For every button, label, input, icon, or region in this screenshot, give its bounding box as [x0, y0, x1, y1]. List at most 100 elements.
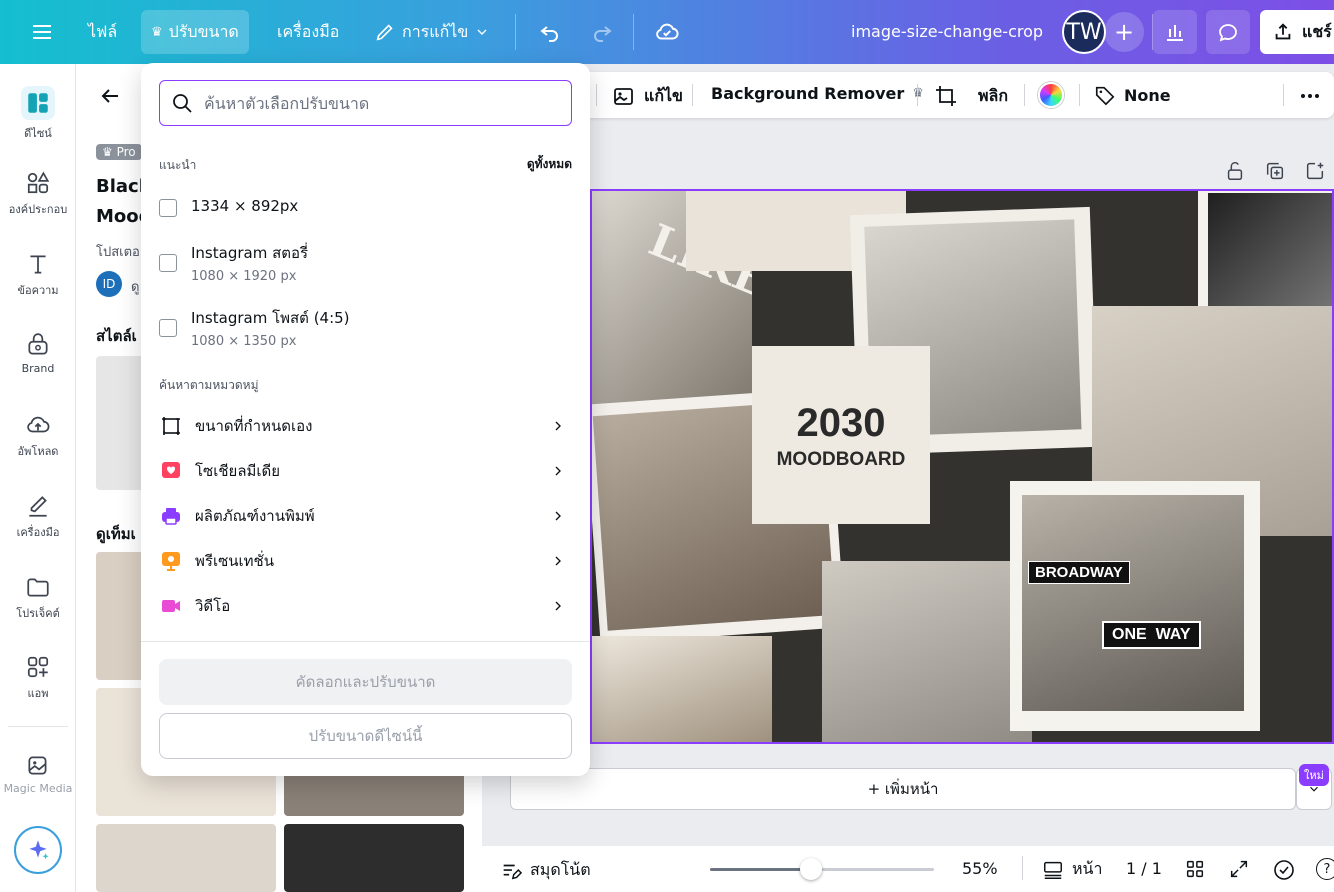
see-all-link[interactable]: ดูทั้งหมด — [527, 155, 572, 174]
notes-button[interactable]: สมุดโน้ต — [500, 858, 591, 883]
design-icon — [21, 86, 55, 120]
template-subtitle: โปสเตอ — [96, 245, 140, 260]
template-thumbnail[interactable] — [284, 824, 464, 892]
menu-icon[interactable] — [20, 10, 64, 54]
lock-icon[interactable] — [1224, 160, 1246, 186]
draw-icon — [29, 496, 47, 517]
more-options-button[interactable] — [1298, 84, 1322, 108]
crop-button[interactable] — [934, 84, 958, 108]
rail-item-tools[interactable]: เครื่องมือ — [0, 493, 76, 541]
checkbox[interactable] — [159, 319, 177, 337]
author-prefix: ดู — [131, 280, 140, 295]
copy-and-resize-button[interactable]: คัดลอกและปรับขนาด — [159, 659, 572, 705]
option-dimensions: 1080 × 1350 px — [191, 334, 297, 349]
color-picker-button[interactable] — [1038, 82, 1064, 108]
checkbox[interactable] — [159, 199, 177, 217]
resize-dropdown: แนะนำ ดูทั้งหมด 1334 × 892px Instagram ส… — [141, 63, 590, 776]
option-name: Instagram สตอรี่ — [191, 244, 309, 262]
check-circle-icon[interactable] — [1272, 858, 1296, 886]
category-label: โซเชียลมีเดีย — [195, 462, 281, 480]
rail-item-projects[interactable]: โปรเจ็คต์ — [0, 574, 76, 622]
upload-icon — [27, 416, 50, 433]
size-option-instagram-post[interactable]: Instagram โพสต์ (4:5) 1080 × 1350 px — [159, 306, 572, 349]
divider — [1283, 84, 1284, 106]
rail-item-upload[interactable]: อัพโหลด — [0, 412, 76, 460]
apps-icon — [27, 656, 49, 678]
resize-label: ปรับขนาด — [168, 21, 239, 41]
cloud-check-icon — [656, 23, 679, 40]
zoom-value[interactable]: 55% — [962, 859, 998, 878]
category-print-products[interactable]: ผลิตภัณฑ์งานพิมพ์ — [159, 496, 572, 536]
divider — [8, 726, 68, 727]
rail-item-apps[interactable]: แอพ — [0, 654, 76, 702]
zoom-slider-handle[interactable] — [800, 858, 822, 880]
one-way-sign-text: ONE WAY — [1102, 621, 1201, 649]
chevron-right-icon — [555, 466, 561, 476]
rail-item-text[interactable]: ข้อความ — [0, 251, 76, 299]
edit-image-button[interactable]: แก้ไข — [612, 84, 683, 109]
title-card: 2030 MOODBOARD — [752, 346, 930, 524]
analytics-button[interactable] — [1153, 10, 1197, 54]
template-thumbnail[interactable] — [96, 824, 276, 892]
tools-menu-button[interactable]: เครื่องมือ — [267, 10, 349, 54]
page-view-button[interactable]: หน้า — [1042, 857, 1102, 882]
rail-item-elements[interactable]: องค์ประกอบ — [0, 170, 76, 218]
checkbox[interactable] — [159, 254, 177, 272]
edit-image-label: แก้ไข — [644, 86, 683, 105]
duplicate-page-icon[interactable] — [1264, 160, 1286, 186]
chevron-right-icon — [555, 556, 561, 566]
magic-assistant-button[interactable] — [14, 826, 62, 874]
background-remover-button[interactable]: Background Remover ♛ — [711, 84, 924, 103]
rail-label: ดีไซน์ — [24, 127, 52, 140]
add-collaborator-button[interactable]: + — [1104, 12, 1144, 52]
rail-label: โปรเจ็คต์ — [16, 607, 60, 620]
left-rail: ดีไซน์ องค์ประกอบ ข้อความ Brand อัพโหลด … — [0, 64, 76, 892]
color-wheel-icon — [1038, 82, 1064, 108]
grid-view-icon[interactable] — [1184, 858, 1206, 884]
back-arrow-icon[interactable] — [98, 84, 122, 112]
size-option-current[interactable]: 1334 × 892px — [159, 197, 572, 217]
street-sign-photo: BROADWAY ONE WAY — [1022, 495, 1244, 711]
cloud-save-button[interactable] — [644, 10, 690, 54]
rail-item-magic-media[interactable]: Magic Media — [0, 752, 76, 795]
resize-search-input[interactable] — [204, 93, 564, 113]
bar-chart-icon — [1167, 25, 1183, 41]
brand-icon — [28, 333, 48, 355]
resize-button[interactable]: ♛ ปรับขนาด — [141, 10, 249, 54]
share-button[interactable]: แชร์ — [1260, 10, 1334, 54]
avatar[interactable]: TW — [1062, 10, 1106, 54]
pages-icon — [1044, 861, 1062, 879]
divider — [917, 84, 918, 106]
upload-share-icon — [1275, 23, 1291, 40]
zoom-slider[interactable] — [710, 858, 934, 880]
design-artboard[interactable]: LIKE 2030 MOODBOARD BROADWAY ONE WAY — [590, 189, 1334, 744]
rail-item-brand[interactable]: Brand — [0, 332, 76, 375]
redo-button[interactable] — [580, 10, 624, 54]
fullscreen-icon[interactable] — [1228, 858, 1250, 884]
category-presentation[interactable]: พรีเซนเทชั่น — [159, 541, 572, 581]
rail-item-design[interactable]: ดีไซน์ — [0, 86, 76, 142]
comment-button[interactable] — [1206, 10, 1250, 54]
pencil-icon — [376, 24, 393, 41]
resize-this-design-button[interactable]: ปรับขนาดดีไซน์นี้ — [159, 713, 572, 759]
edit-menu-button[interactable]: การแก้ไข — [364, 10, 500, 54]
author-avatar[interactable]: ID — [96, 271, 122, 297]
category-custom-size[interactable]: ขนาดที่กำหนดเอง — [159, 406, 572, 446]
size-option-instagram-story[interactable]: Instagram สตอรี่ 1080 × 1920 px — [159, 241, 572, 284]
zoom-slider-fill — [710, 868, 811, 871]
tag-button[interactable]: None — [1094, 84, 1171, 106]
document-title[interactable]: image-size-change-crop — [851, 22, 1043, 41]
add-page-icon[interactable] — [1304, 160, 1326, 186]
file-menu-button[interactable]: ไฟล์ — [78, 10, 127, 54]
category-video[interactable]: วิดีโอ — [159, 586, 572, 626]
social-heart-icon — [162, 462, 180, 478]
file-menu-label: ไฟล์ — [88, 21, 118, 41]
add-page-button[interactable]: + เพิ่มหน้า — [510, 768, 1296, 810]
flip-button[interactable]: พลิก — [978, 84, 1008, 109]
help-icon[interactable]: ? — [1316, 858, 1334, 880]
resize-search-box[interactable] — [159, 80, 572, 126]
undo-button[interactable] — [528, 10, 572, 54]
category-social-media[interactable]: โซเชียลมีเดีย — [159, 451, 572, 491]
context-toolbar: แก้ไข Background Remover ♛ พลิก None — [580, 72, 1334, 118]
hand-bracelet-photo — [822, 561, 1032, 742]
